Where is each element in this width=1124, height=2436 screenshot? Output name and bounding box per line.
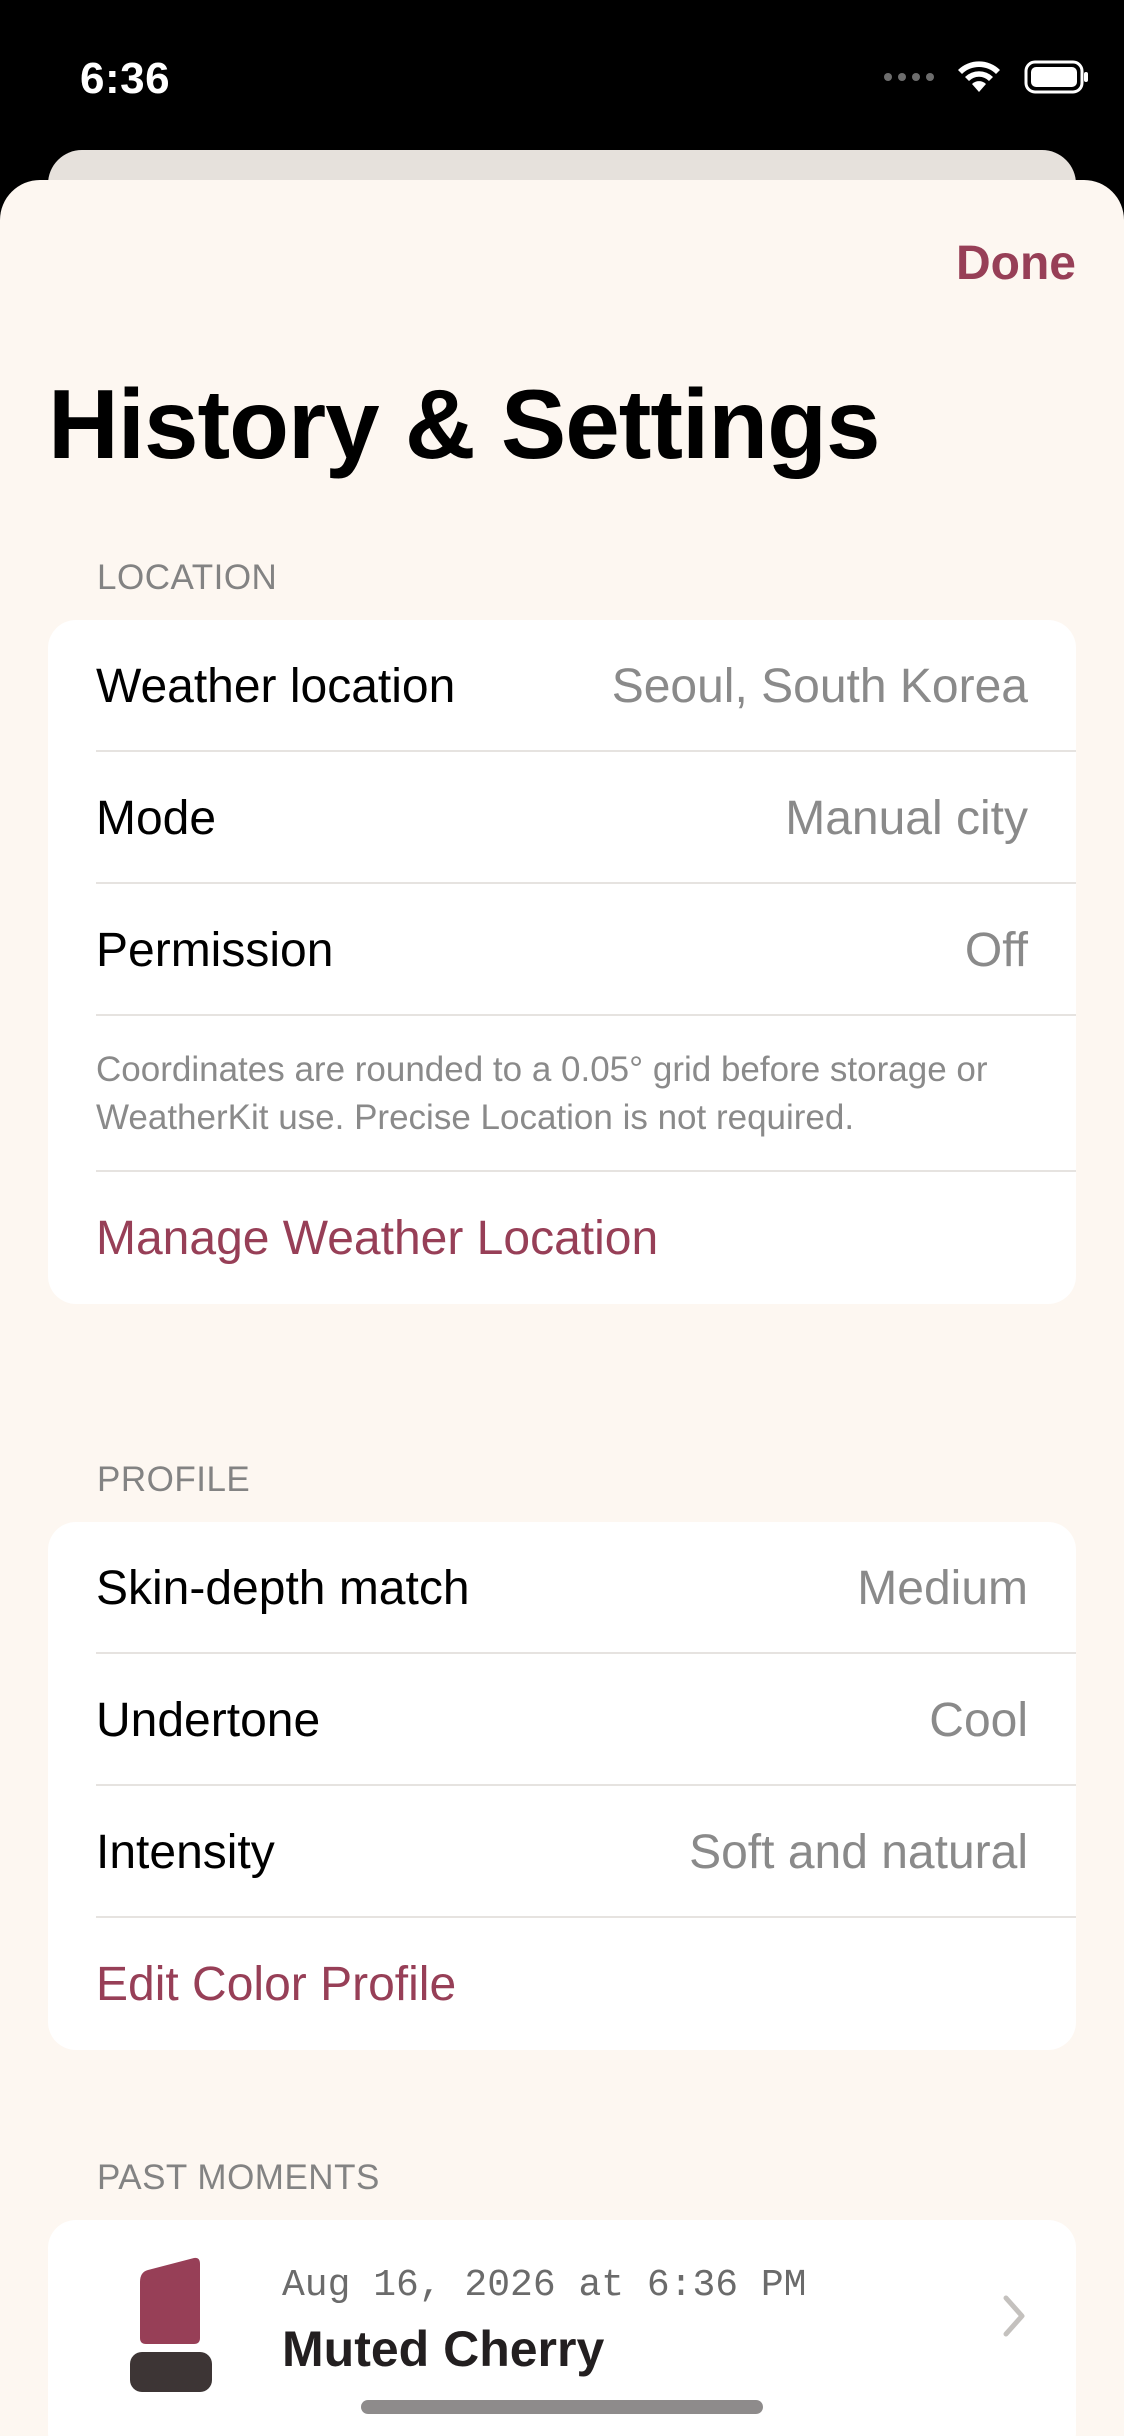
lipstick-icon <box>130 2257 212 2392</box>
row-label: Edit Color Profile <box>96 1957 457 2011</box>
section-header-location: LOCATION <box>97 558 278 597</box>
row-skin-depth: Skin-depth match Medium <box>48 1522 1076 1654</box>
row-mode: Mode Manual city <box>48 752 1076 884</box>
home-indicator[interactable] <box>361 2400 763 2414</box>
location-group: Weather location Seoul, South Korea Mode… <box>48 620 1076 1304</box>
settings-sheet: Done History & Settings LOCATION Weather… <box>0 180 1124 2436</box>
location-note: Coordinates are rounded to a 0.05° grid … <box>48 1016 1076 1172</box>
moment-row[interactable]: Aug 16, 2026 at 6:36 PM Muted Cherry <box>48 2220 1076 2420</box>
row-value: Off <box>964 923 1028 977</box>
page-title: History & Settings <box>48 369 880 479</box>
row-undertone: Undertone Cool <box>48 1654 1076 1786</box>
row-weather-location: Weather location Seoul, South Korea <box>48 620 1076 752</box>
cellular-icon <box>884 73 934 81</box>
status-time: 6:36 <box>80 54 171 103</box>
row-value: Manual city <box>785 791 1028 845</box>
moment-date: Aug 16, 2026 at 6:36 PM <box>282 2264 807 2307</box>
row-label: Weather location <box>96 659 456 713</box>
manage-weather-location-button[interactable]: Manage Weather Location <box>48 1172 1076 1304</box>
row-intensity: Intensity Soft and natural <box>48 1786 1076 1918</box>
row-permission: Permission Off <box>48 884 1076 1016</box>
row-value: Cool <box>929 1693 1028 1747</box>
row-value: Soft and natural <box>689 1825 1028 1879</box>
wifi-icon <box>958 61 1000 92</box>
row-label: Manage Weather Location <box>96 1211 659 1265</box>
status-bar: 6:36 <box>0 0 1124 150</box>
profile-group: Skin-depth match Medium Undertone Cool I… <box>48 1522 1076 2050</box>
row-label: Skin-depth match <box>96 1561 470 1615</box>
done-button[interactable]: Done <box>956 236 1076 291</box>
row-value: Seoul, South Korea <box>611 659 1028 713</box>
row-label: Permission <box>96 923 334 977</box>
section-header-past-moments: PAST MOMENTS <box>97 2158 380 2197</box>
row-value: Medium <box>857 1561 1028 1615</box>
moment-name: Muted Cherry <box>282 2321 605 2377</box>
battery-icon <box>1024 60 1088 94</box>
status-icons <box>884 60 1090 94</box>
section-header-profile: PROFILE <box>97 1460 251 1499</box>
chevron-right-icon <box>1003 2295 1025 2337</box>
row-label: Undertone <box>96 1693 321 1747</box>
row-label: Intensity <box>96 1825 275 1879</box>
edit-color-profile-button[interactable]: Edit Color Profile <box>48 1918 1076 2050</box>
row-label: Mode <box>96 791 217 845</box>
